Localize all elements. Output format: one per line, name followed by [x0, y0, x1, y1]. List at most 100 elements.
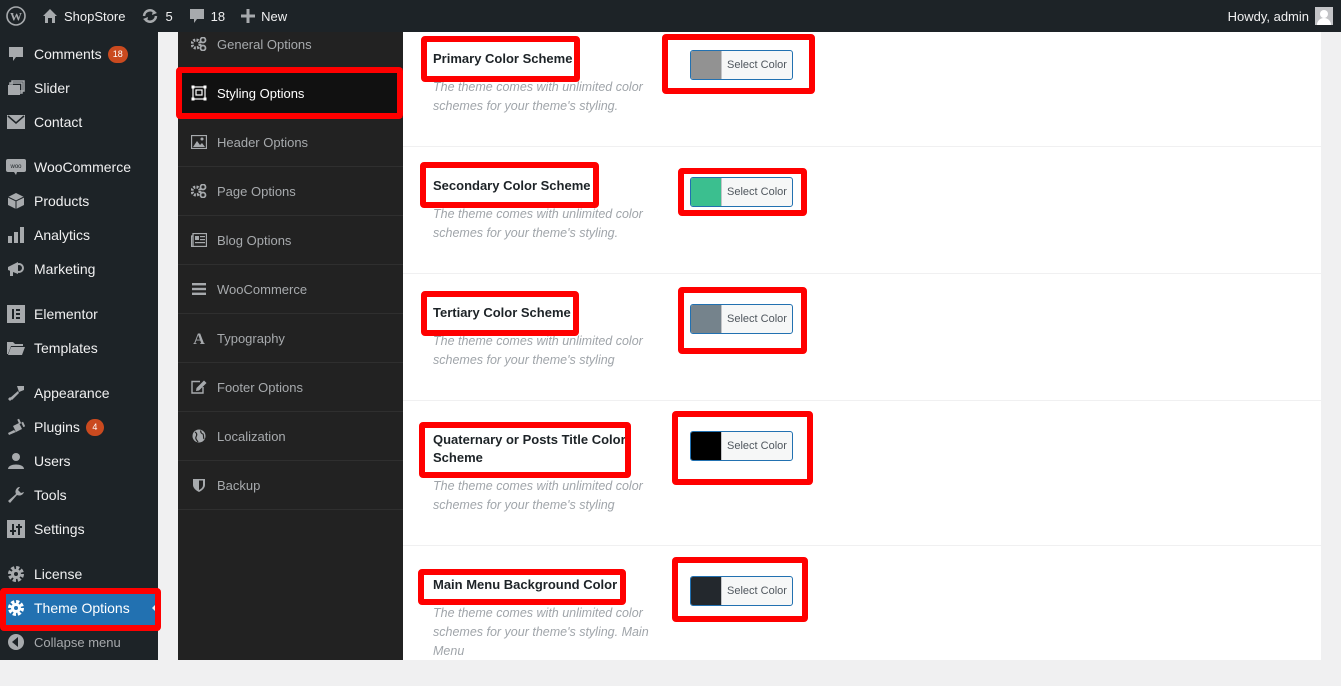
menu-item-plugins[interactable]: Plugins 4 — [0, 410, 158, 444]
slider-icon — [6, 78, 26, 98]
field-title: Main Menu Background Color — [433, 577, 618, 592]
comment-icon — [6, 44, 26, 64]
collapse-menu-button[interactable]: Collapse menu — [0, 625, 158, 659]
menu-item-license[interactable]: License — [0, 557, 158, 591]
shield-icon — [191, 477, 207, 493]
wordpress-logo-button[interactable]: W — [0, 0, 34, 32]
field-row-tertiary: Tertiary Color Scheme The theme comes wi… — [403, 274, 1321, 401]
theme-options-nav: General Options Styling Options Header O… — [178, 32, 403, 660]
select-color-button[interactable]: Select Color — [690, 576, 793, 606]
menu-label: License — [34, 566, 83, 582]
woo-icon: woo — [6, 157, 26, 177]
gears-icon — [191, 36, 207, 52]
menu-item-analytics[interactable]: Analytics — [0, 218, 158, 252]
color-swatch — [691, 432, 722, 460]
field-row-quaternary: Quaternary or Posts Title Color Scheme T… — [403, 401, 1321, 546]
menu-label: Elementor — [34, 306, 98, 322]
sliders-icon — [6, 519, 26, 539]
comments-badge: 18 — [107, 45, 128, 63]
options-tab-label: Header Options — [217, 134, 309, 150]
site-name: ShopStore — [64, 8, 126, 24]
menu-label: Tools — [34, 487, 67, 503]
menu-item-contact[interactable]: Contact — [0, 105, 158, 139]
options-tab-localization[interactable]: Localization — [178, 412, 403, 461]
styling-options-panel: Primary Color Scheme The theme comes wit… — [403, 32, 1321, 660]
field-description: The theme comes with unlimited color sch… — [433, 207, 643, 240]
elementor-icon — [6, 304, 26, 324]
gear-icon — [6, 598, 26, 618]
styling-icon — [191, 85, 207, 101]
menu-item-slider[interactable]: Slider — [0, 71, 158, 105]
wordpress-logo-icon: W — [6, 6, 26, 26]
field-description: The theme comes with unlimited color sch… — [433, 606, 649, 658]
select-color-label: Select Color — [727, 186, 787, 198]
options-tab-label: Localization — [217, 428, 286, 444]
field-row-primary: Primary Color Scheme The theme comes wit… — [403, 0, 1321, 147]
options-tab-footer[interactable]: Footer Options — [178, 363, 403, 412]
menu-item-comments[interactable]: Comments 18 — [0, 37, 158, 71]
paintbrush-icon — [6, 383, 26, 403]
menu-label: Collapse menu — [34, 634, 121, 650]
menu-item-tools[interactable]: Tools — [0, 478, 158, 512]
field-row-main-menu-bg: Main Menu Background Color The theme com… — [403, 546, 1321, 686]
menu-item-settings[interactable]: Settings — [0, 512, 158, 546]
megaphone-icon — [6, 259, 26, 279]
options-tab-styling[interactable]: Styling Options — [178, 69, 403, 118]
gear-icon — [6, 564, 26, 584]
field-description: The theme comes with unlimited color sch… — [433, 80, 643, 113]
menu-label: WooCommerce — [34, 159, 131, 175]
menu-item-users[interactable]: Users — [0, 444, 158, 478]
options-tab-label: Styling Options — [217, 85, 305, 101]
options-tab-header[interactable]: Header Options — [178, 118, 403, 167]
options-tab-label: Blog Options — [217, 232, 292, 248]
select-color-button[interactable]: Select Color — [690, 431, 793, 461]
updates-count: 5 — [165, 8, 173, 24]
menu-item-marketing[interactable]: Marketing — [0, 252, 158, 286]
select-color-label: Select Color — [727, 59, 787, 71]
options-tab-label: WooCommerce — [217, 281, 308, 297]
options-tab-label: Page Options — [217, 183, 296, 199]
options-tab-woocommerce[interactable]: WooCommerce — [178, 265, 403, 314]
home-icon — [42, 8, 58, 24]
svg-text:W: W — [10, 10, 22, 24]
gears-icon — [191, 183, 207, 199]
edit-icon — [191, 379, 207, 395]
field-title: Quaternary or Posts Title Color Scheme — [433, 432, 626, 465]
options-tab-page[interactable]: Page Options — [178, 167, 403, 216]
color-swatch — [691, 577, 722, 605]
box-icon — [6, 191, 26, 211]
svg-text:woo: woo — [9, 164, 22, 170]
menu-item-products[interactable]: Products — [0, 184, 158, 218]
menu-label: Plugins — [34, 419, 80, 435]
collapse-icon — [6, 632, 26, 652]
menu-item-appearance[interactable]: Appearance — [0, 376, 158, 410]
select-color-label: Select Color — [727, 313, 787, 325]
color-swatch — [691, 178, 722, 206]
updates-link[interactable]: 5 — [133, 0, 180, 32]
options-tab-blog[interactable]: Blog Options — [178, 216, 403, 265]
wrench-icon — [6, 485, 26, 505]
menu-item-templates[interactable]: Templates — [0, 331, 158, 365]
user-icon — [6, 451, 26, 471]
menu-item-theme-options[interactable]: Theme Options — [0, 591, 158, 625]
select-color-button[interactable]: Select Color — [690, 177, 793, 207]
options-tab-backup[interactable]: Backup — [178, 461, 403, 510]
envelope-icon — [6, 112, 26, 132]
options-tab-label: Footer Options — [217, 379, 303, 395]
site-name-link[interactable]: ShopStore — [34, 0, 133, 32]
menu-label: Settings — [34, 521, 85, 537]
newspaper-icon — [191, 232, 207, 248]
font-icon: A — [191, 330, 207, 346]
options-tab-general[interactable]: General Options — [178, 20, 403, 69]
options-tab-typography[interactable]: A Typography — [178, 314, 403, 363]
field-description: The theme comes with unlimited color sch… — [433, 479, 643, 512]
menu-label: Slider — [34, 80, 70, 96]
menu-item-woocommerce[interactable]: woo WooCommerce — [0, 150, 158, 184]
field-title: Secondary Color Scheme — [433, 178, 591, 193]
menu-item-elementor[interactable]: Elementor — [0, 297, 158, 331]
select-color-button[interactable]: Select Color — [690, 304, 793, 334]
select-color-button[interactable]: Select Color — [690, 50, 793, 80]
bar-chart-icon — [6, 225, 26, 245]
image-icon — [191, 134, 207, 150]
svg-text:A: A — [193, 331, 205, 346]
